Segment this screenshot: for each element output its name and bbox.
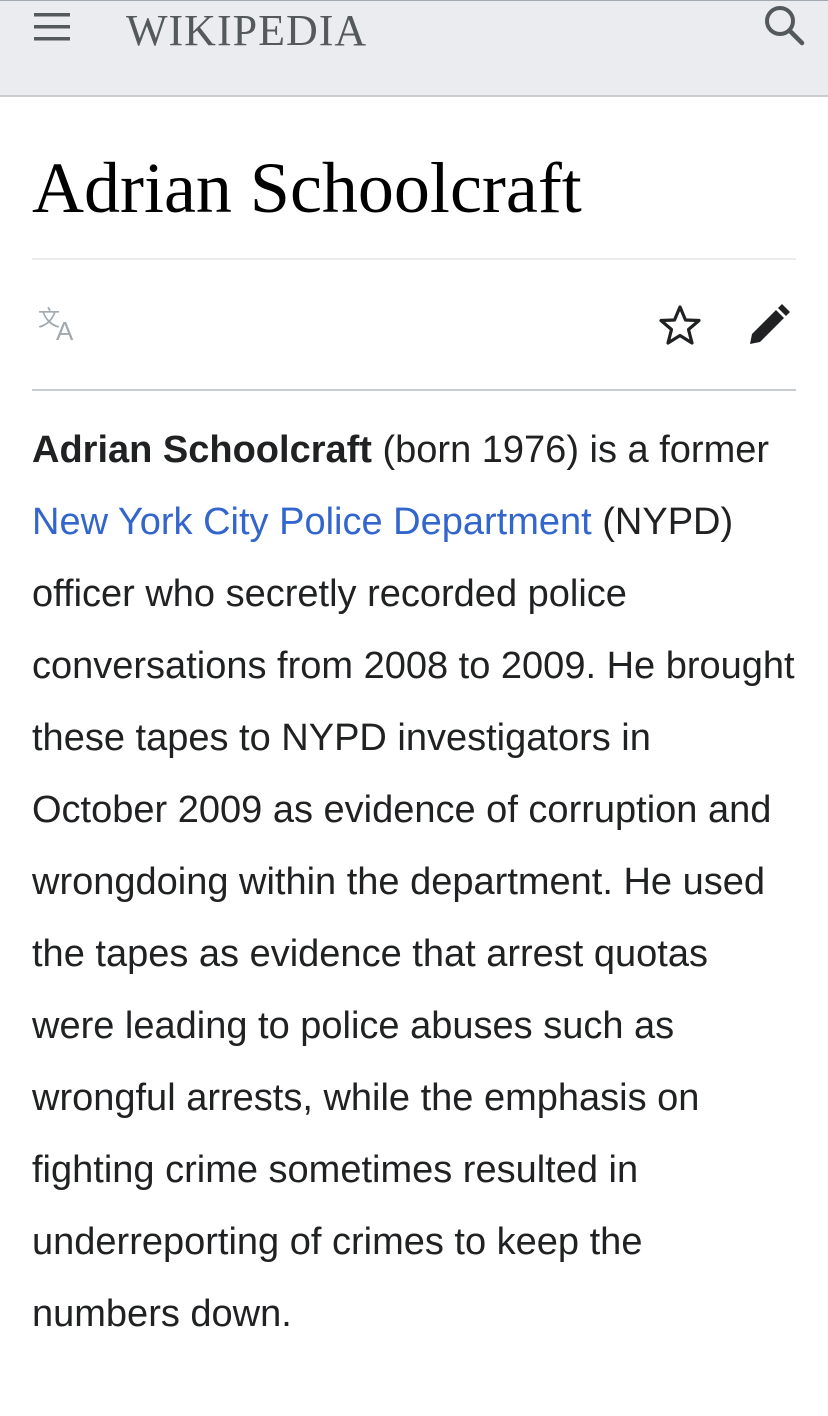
lead-text-1: (born 1976) is a former bbox=[371, 429, 770, 471]
edit-button[interactable] bbox=[744, 302, 792, 350]
search-button[interactable] bbox=[760, 3, 810, 49]
pencil-icon bbox=[750, 304, 790, 344]
search-icon bbox=[765, 6, 805, 46]
wikipedia-logo[interactable]: WIKIPEDIA bbox=[126, 9, 367, 53]
hamburger-menu-icon bbox=[34, 13, 70, 41]
star-icon bbox=[659, 305, 701, 345]
menu-button[interactable] bbox=[28, 7, 76, 47]
language-icon: 文 A bbox=[38, 307, 74, 346]
article-subject: Adrian Schoolcraft bbox=[32, 429, 372, 471]
page-title: Adrian Schoolcraft bbox=[32, 148, 582, 228]
svg-text:A: A bbox=[56, 316, 74, 346]
title-divider bbox=[32, 258, 796, 260]
top-bar: WIKIPEDIA bbox=[0, 0, 828, 97]
lead-paragraph: Adrian Schoolcraft (born 1976) is a form… bbox=[32, 414, 796, 1350]
watch-star-button[interactable] bbox=[656, 302, 704, 350]
nypd-link[interactable]: New York City Police Department bbox=[32, 501, 592, 543]
language-button[interactable]: 文 A bbox=[36, 304, 86, 350]
lead-text-2: (NYPD) officer who secretly recorded pol… bbox=[32, 501, 795, 1335]
actions-divider bbox=[32, 389, 796, 391]
